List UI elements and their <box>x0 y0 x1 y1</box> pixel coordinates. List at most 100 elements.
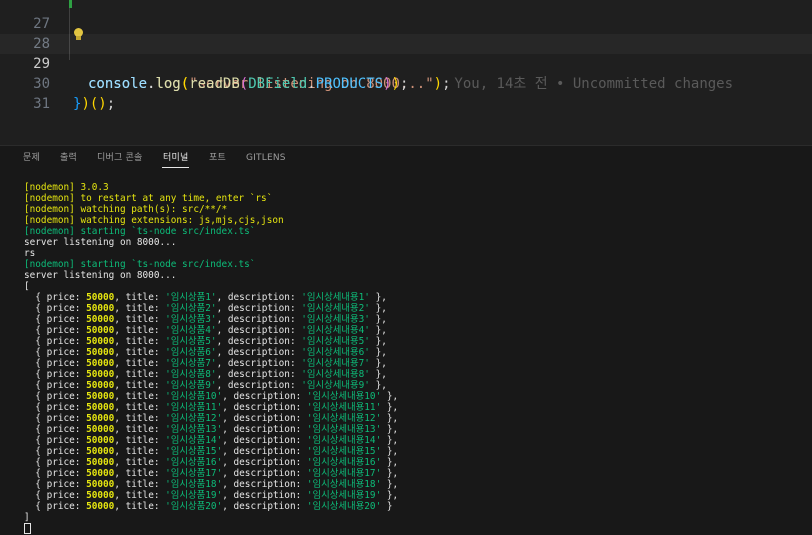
object-open: { price: <box>24 358 87 369</box>
terminal-line: [nodemon] 3.0.3 <box>24 182 109 193</box>
description-value: '임시상세내용20' <box>306 501 382 512</box>
description-key: , description: <box>222 413 307 424</box>
terminal-product-line: { price: 50000, title: '임시상품13', descrip… <box>24 424 804 435</box>
description-value: '임시상세내용2' <box>301 303 370 314</box>
object-close: }, <box>369 347 387 358</box>
description-key: , description: <box>216 325 302 336</box>
object-close: }, <box>369 314 387 325</box>
editor-line-30[interactable]: 30 })(); <box>0 54 812 112</box>
title-key: , title: <box>114 380 166 391</box>
bottom-panel: 문제 출력 디버그 콘솔 터미널 포트 GITLENS [nodemon] 3.… <box>0 145 812 535</box>
tab-gitlens[interactable]: GITLENS <box>246 152 286 168</box>
terminal-line: server listening on 8000... <box>24 270 177 281</box>
object-open: { price: <box>24 468 87 479</box>
description-key: , description: <box>222 490 307 501</box>
title-value: '임시상품13' <box>165 424 223 435</box>
price-value: 50000 <box>86 369 115 380</box>
object-close: }, <box>381 424 399 435</box>
terminal-line: [nodemon] watching path(s): src/**/* <box>24 204 228 215</box>
title-value: '임시상품7' <box>165 358 217 369</box>
description-value: '임시상세내용18' <box>306 479 382 490</box>
title-value: '임시상품14' <box>165 435 223 446</box>
description-value: '임시상세내용15' <box>306 446 382 457</box>
description-key: , description: <box>222 424 307 435</box>
title-key: , title: <box>114 435 166 446</box>
code-editor[interactable]: 27 28 console.log("server listening on 8… <box>0 0 812 145</box>
editor-line-28[interactable]: 28 console.log("server listening on 8000… <box>0 14 812 92</box>
code-text: })(); <box>73 96 116 112</box>
title-value: '임시상품11' <box>165 402 223 413</box>
price-value: 50000 <box>86 501 115 512</box>
terminal-product-line: { price: 50000, title: '임시상품14', descrip… <box>24 435 804 446</box>
terminal-line: [ <box>24 281 30 292</box>
terminal-line: server listening on 8000... <box>24 237 177 248</box>
object-open: { price: <box>24 336 87 347</box>
description-value: '임시상세내용5' <box>301 336 370 347</box>
price-value: 50000 <box>86 490 115 501</box>
title-value: '임시상품5' <box>165 336 217 347</box>
title-value: '임시상품3' <box>165 314 217 325</box>
title-value: '임시상품9' <box>165 380 217 391</box>
tab-terminal[interactable]: 터미널 <box>161 152 190 168</box>
terminal-line: [nodemon] to restart at any time, enter … <box>24 193 273 204</box>
object-close: } <box>381 501 393 512</box>
price-value: 50000 <box>86 479 115 490</box>
title-key: , title: <box>114 391 166 402</box>
object-close: }, <box>381 446 399 457</box>
terminal-product-line: { price: 50000, title: '임시상품7', descript… <box>24 358 804 369</box>
title-key: , title: <box>114 490 166 501</box>
title-value: '임시상품16' <box>165 457 223 468</box>
title-value: '임시상품15' <box>165 446 223 457</box>
terminal-product-line: { price: 50000, title: '임시상품2', descript… <box>24 303 804 314</box>
price-value: 50000 <box>86 424 115 435</box>
description-value: '임시상세내용3' <box>301 314 370 325</box>
title-key: , title: <box>114 369 166 380</box>
title-value: '임시상품2' <box>165 303 217 314</box>
editor-line-27[interactable]: 27 <box>0 0 812 32</box>
price-value: 50000 <box>86 413 115 424</box>
description-key: , description: <box>216 336 302 347</box>
object-close: }, <box>381 435 399 446</box>
price-value: 50000 <box>86 336 115 347</box>
description-key: , description: <box>216 314 302 325</box>
tab-problems[interactable]: 문제 <box>23 152 40 168</box>
title-key: , title: <box>114 479 166 490</box>
terminal-product-line: { price: 50000, title: '임시상품3', descript… <box>24 314 804 325</box>
vscode-window: 27 28 console.log("server listening on 8… <box>0 0 812 535</box>
terminal-prompt[interactable] <box>24 523 804 534</box>
object-close: }, <box>381 468 399 479</box>
title-key: , title: <box>114 501 166 512</box>
terminal-product-line: { price: 50000, title: '임시상품18', descrip… <box>24 479 804 490</box>
title-value: '임시상품19' <box>165 490 223 501</box>
description-value: '임시상세내용9' <box>301 380 370 391</box>
object-close: }, <box>381 490 399 501</box>
object-open: { price: <box>24 479 87 490</box>
description-key: , description: <box>216 369 302 380</box>
terminal-product-line: { price: 50000, title: '임시상품19', descrip… <box>24 490 804 501</box>
terminal-product-line: { price: 50000, title: '임시상품1', descript… <box>24 292 804 303</box>
terminal-output[interactable]: [nodemon] 3.0.3 [nodemon] to restart at a… <box>24 182 804 534</box>
description-value: '임시상세내용11' <box>306 402 382 413</box>
editor-line-29[interactable]: 29 console.log(readDB(DBField.PRODUCTS))… <box>0 34 812 92</box>
terminal-product-line: { price: 50000, title: '임시상품17', descrip… <box>24 468 804 479</box>
description-value: '임시상세내용14' <box>306 435 382 446</box>
price-value: 50000 <box>86 358 115 369</box>
editor-line-31[interactable]: 31 <box>0 74 812 112</box>
description-key: , description: <box>216 358 302 369</box>
description-value: '임시상세내용10' <box>306 391 382 402</box>
tab-ports[interactable]: 포트 <box>209 152 226 168</box>
object-close: }, <box>369 292 387 303</box>
object-open: { price: <box>24 402 87 413</box>
tab-output[interactable]: 출력 <box>60 152 77 168</box>
description-key: , description: <box>216 347 302 358</box>
object-close: }, <box>369 380 387 391</box>
title-value: '임시상품4' <box>165 325 217 336</box>
terminal-product-line: { price: 50000, title: '임시상품16', descrip… <box>24 457 804 468</box>
line-number: 31 <box>33 96 50 112</box>
title-value: '임시상품10' <box>165 391 223 402</box>
tab-debug-console[interactable]: 디버그 콘솔 <box>97 152 142 168</box>
terminal-product-line: { price: 50000, title: '임시상품20', descrip… <box>24 501 804 512</box>
price-value: 50000 <box>86 446 115 457</box>
title-key: , title: <box>114 424 166 435</box>
title-value: '임시상품6' <box>165 347 217 358</box>
